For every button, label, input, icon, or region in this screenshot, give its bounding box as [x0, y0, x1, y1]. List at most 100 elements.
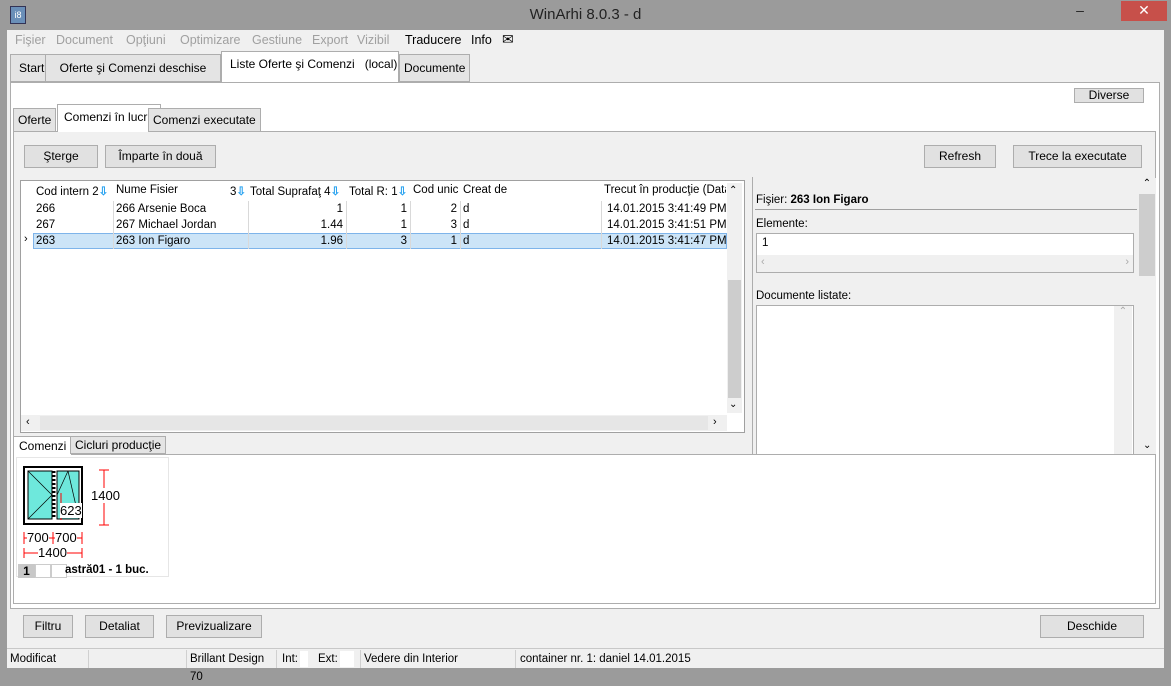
order-item-card[interactable]: 1400 623 700 700 1400 1 astră01 - 1 buc. [16, 457, 169, 578]
menu-export: Export [312, 33, 349, 47]
menu-optimizare: Optimizare [180, 33, 241, 47]
table-cell: 263 [36, 235, 56, 247]
status-profile: Brillant Design 70 [187, 650, 277, 683]
table-cell: 1.96 [320, 235, 343, 247]
menu-traducere[interactable]: Traducere [405, 33, 462, 47]
table-cell: 14.01.2015 3:41:49 PM [607, 203, 727, 215]
table-cell: 3 [400, 235, 407, 247]
close-button[interactable]: ✕ [1121, 1, 1167, 21]
tab-lists-local[interactable]: Liste Oferte şi Comenzi (local) [221, 51, 399, 82]
table-cell: 14.01.2015 3:41:47 PM [607, 235, 727, 247]
tab-documente[interactable]: Documente [399, 54, 471, 82]
col-cod-unic[interactable]: Cod unic [413, 184, 458, 200]
col-total-r[interactable]: Total R: 1⇩ [349, 184, 407, 200]
diverse-button[interactable]: Diverse [1074, 88, 1144, 103]
menu-gestiune: Gestiune [252, 33, 303, 47]
tab-comenzi[interactable]: Comenzi [13, 436, 73, 455]
move-executed-button[interactable]: Trece la executate [1013, 145, 1142, 168]
grid-vscroll-thumb[interactable] [728, 280, 741, 398]
sort-down-icon: ⇩ [397, 186, 408, 198]
status-container: container nr. 1: daniel 14.01.2015 [520, 653, 691, 665]
tab-comenzi-executate[interactable]: Comenzi executate [148, 108, 261, 132]
element-item[interactable]: 1 [762, 237, 768, 249]
table-cell: 263 Ion Figaro [116, 235, 191, 247]
status-divider [7, 648, 1164, 649]
window-drawing [23, 466, 109, 558]
scroll-down-icon[interactable]: ⌄ [1143, 440, 1151, 451]
scroll-down-icon[interactable]: ⌄ [729, 399, 737, 410]
grid-hscroll-thumb[interactable] [40, 416, 708, 430]
scroll-right-icon[interactable]: › [1125, 256, 1129, 268]
file-value: 263 Ion Figaro [790, 194, 869, 206]
detail-button[interactable]: Detaliat [85, 615, 154, 638]
filter-button[interactable]: Filtru [23, 615, 73, 638]
scroll-right-icon[interactable]: › [713, 416, 717, 428]
bottom-tab-panel [13, 454, 1156, 604]
table-cell: d [463, 235, 470, 247]
refresh-button[interactable]: Refresh [924, 145, 996, 168]
details-vscroll-thumb[interactable] [1139, 194, 1155, 276]
col-label: Total R: [349, 186, 388, 198]
table-cell: 2 [450, 203, 457, 215]
col-total-suprafata[interactable]: Total Suprafaţ 4⇩ [250, 184, 340, 200]
status-state: Modificat [7, 650, 89, 668]
table-cell: 1 [400, 219, 407, 231]
elements-label: Elemente: [756, 218, 808, 230]
scroll-left-icon[interactable]: ‹ [761, 256, 765, 268]
scroll-up-icon[interactable]: ⌃ [729, 185, 737, 196]
table-cell: 266 [36, 203, 56, 215]
table-cell: 1 [336, 203, 343, 215]
docs-list[interactable] [756, 305, 1134, 455]
table-cell: d [463, 219, 470, 231]
docs-label: Documente listate: [756, 290, 852, 302]
menu-info[interactable]: Info [471, 33, 492, 47]
tab-cicluri-productie[interactable]: Cicluri producţie [70, 436, 167, 454]
window-title: WinArhi 8.0.3 - d [529, 6, 642, 23]
total-width-dimension: 1400 [38, 545, 67, 560]
col-nume-fisier[interactable]: Nume Fisier 3⇩ [116, 184, 248, 200]
tab-open-offers[interactable]: Oferte şi Comenzi deschise [45, 54, 221, 82]
sort-down-icon: ⇩ [330, 186, 341, 198]
split-button[interactable]: Împarte în două [105, 145, 216, 168]
height-dimension: 1400 [91, 488, 120, 503]
delete-button[interactable]: Şterge [24, 145, 98, 168]
col-creat-de[interactable]: Creat de [463, 184, 507, 200]
tab-comenzi-lucru[interactable]: Comenzi în lucru [57, 104, 162, 132]
scroll-left-icon[interactable]: ‹ [26, 416, 30, 428]
menu-fisier: Fişier [15, 33, 46, 47]
mail-icon[interactable]: ✉ [502, 31, 514, 48]
current-row-indicator-icon: › [24, 233, 28, 245]
col-label: Cod intern [36, 186, 90, 198]
item-checkbox[interactable] [35, 564, 51, 578]
col-label: Nume Fisier [116, 184, 178, 196]
tab-oferte[interactable]: Oferte [13, 108, 57, 132]
right-width-dimension: 700 [55, 530, 77, 545]
table-cell: 267 [36, 219, 56, 231]
table-cell: 267 Michael Jordan [116, 219, 217, 231]
table-cell: 266 Arsenie Boca [116, 203, 207, 215]
table-cell: 1 [450, 235, 457, 247]
status-view: Vedere din Interior [360, 650, 516, 668]
docs-vscrollbar[interactable]: ⌃ [1114, 306, 1132, 455]
preview-button[interactable]: Previzualizare [166, 615, 262, 638]
item-index: 1 [18, 564, 35, 578]
status-empty [89, 650, 187, 668]
table-cell: 1 [400, 203, 407, 215]
item-caption: astră01 - 1 buc. [65, 564, 149, 576]
ext-color-swatch [340, 651, 354, 667]
status-int-label: Int: [282, 653, 298, 665]
int-color-swatch [300, 651, 308, 667]
col-trecut-productie[interactable]: Trecut în producţie (Data) [604, 184, 726, 200]
minimize-button[interactable]: – [1065, 1, 1095, 21]
sort-down-icon: ⇩ [98, 186, 109, 198]
menu-vizibil: Vizibil [357, 33, 390, 47]
handle-dimension: 623 [60, 503, 82, 518]
file-caption: Fişier: [756, 194, 788, 206]
open-button[interactable]: Deschide [1040, 615, 1144, 638]
divider [755, 209, 1137, 210]
status-ext-label: Ext: [318, 653, 338, 665]
table-cell: d [463, 203, 470, 215]
elements-hscrollbar[interactable]: ‹ › [757, 255, 1133, 272]
file-label: Fişier: 263 Ion Figaro [756, 194, 868, 206]
col-cod-intern[interactable]: Cod intern 2⇩ [36, 184, 108, 200]
